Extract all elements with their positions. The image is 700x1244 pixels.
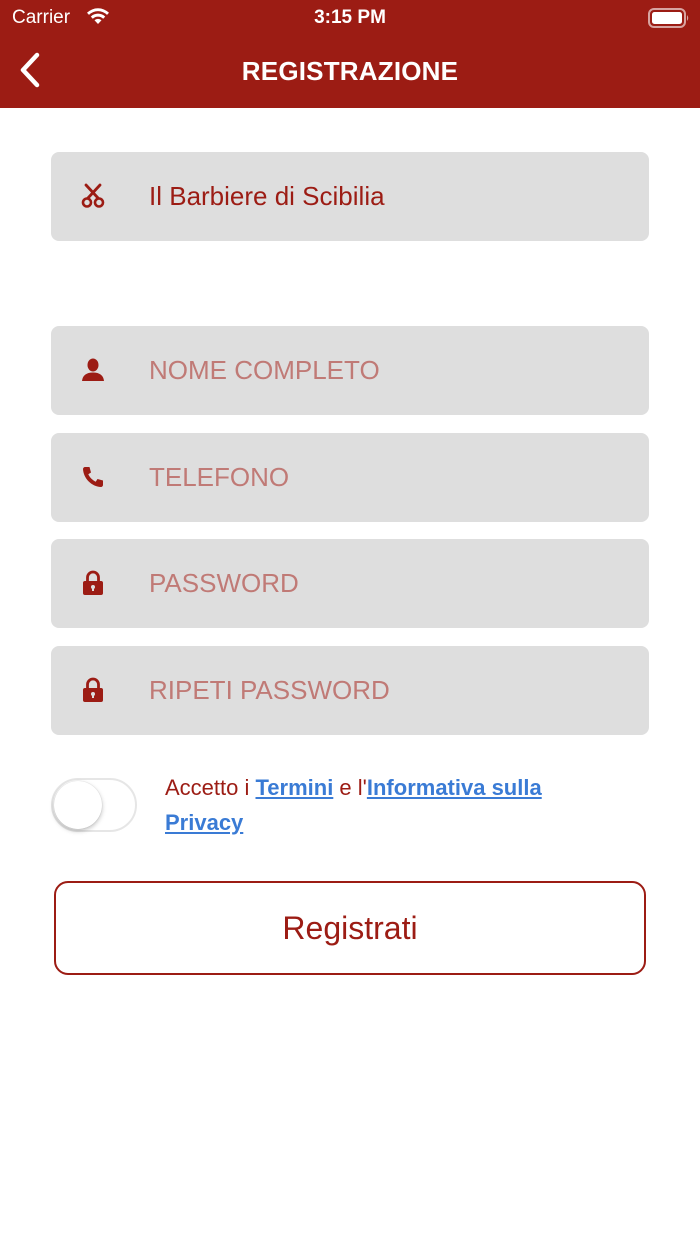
status-bar: Carrier 3:15 PM xyxy=(0,0,700,36)
shop-name: Il Barbiere di Scibilia xyxy=(149,181,385,211)
full-name-input[interactable] xyxy=(149,326,629,415)
phone-icon xyxy=(81,463,105,491)
phone-input[interactable] xyxy=(149,433,629,522)
privacy-consent-toggle[interactable] xyxy=(51,778,137,832)
lock-icon xyxy=(81,569,105,597)
navigation-header: Carrier 3:15 PM REGISTRAZIONE xyxy=(0,0,700,108)
toggle-knob xyxy=(54,781,102,829)
register-button[interactable]: Registrati xyxy=(54,881,646,975)
page-title: REGISTRAZIONE xyxy=(241,56,459,86)
user-icon xyxy=(81,356,105,384)
full-name-field[interactable] xyxy=(51,326,649,415)
phone-field[interactable] xyxy=(51,433,649,522)
scissors-icon xyxy=(81,182,105,210)
consent-middle: e l' xyxy=(333,775,367,800)
clock: 3:15 PM xyxy=(314,7,386,28)
lock-icon xyxy=(81,676,105,704)
password-input[interactable] xyxy=(149,539,629,628)
battery-icon xyxy=(648,8,690,33)
consent-prefix: Accetto i xyxy=(165,775,256,800)
repeat-password-input[interactable] xyxy=(149,646,629,735)
consent-text: Accetto i Termini e l'Informativa sulla … xyxy=(165,770,605,840)
terms-link[interactable]: Termini xyxy=(255,775,333,800)
shop-field[interactable]: Il Barbiere di Scibilia xyxy=(51,152,649,241)
password-field[interactable] xyxy=(51,539,649,628)
repeat-password-field[interactable] xyxy=(51,646,649,735)
